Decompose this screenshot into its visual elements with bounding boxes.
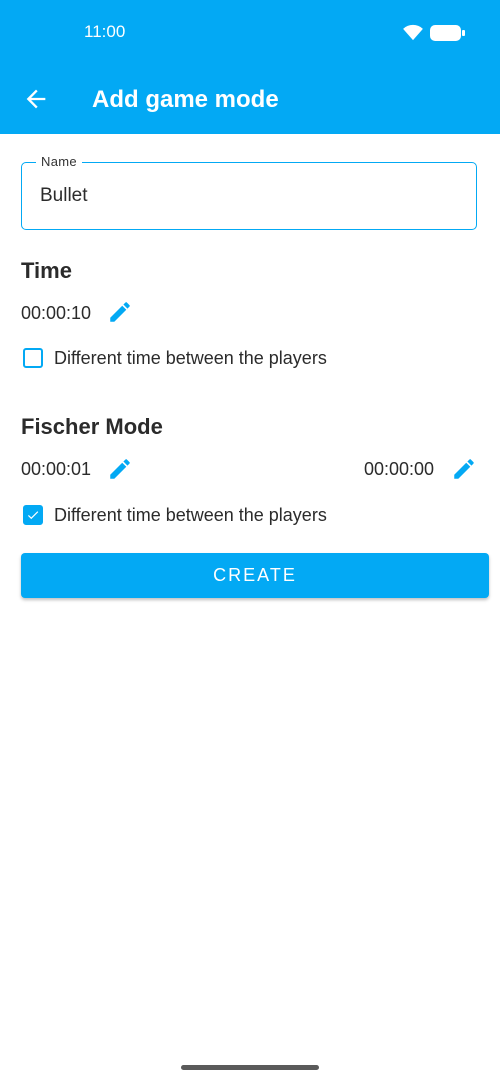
fischer-player2-value: 00:00:00 — [364, 459, 435, 479]
page-title: Add game mode — [92, 86, 279, 113]
create-button[interactable]: CREATE — [21, 553, 489, 598]
time-different-checkbox[interactable] — [23, 348, 43, 368]
name-input[interactable] — [40, 185, 440, 207]
fischer-player1-value: 00:00:01 — [21, 459, 92, 479]
time-section-title: Time — [21, 258, 72, 283]
fischer-section-title: Fischer Mode — [21, 414, 163, 439]
status-time: 11:00 — [84, 22, 126, 41]
home-indicator — [181, 1065, 319, 1070]
app-bar: 11:00 Add game mode — [0, 0, 500, 134]
time-different-label: Different time between the players — [54, 348, 327, 368]
pencil-icon[interactable] — [107, 299, 133, 325]
pencil-icon[interactable] — [107, 456, 133, 482]
arrow-left-icon[interactable] — [22, 85, 50, 113]
fischer-different-checkbox[interactable] — [23, 505, 43, 525]
battery-icon — [430, 25, 465, 41]
name-field[interactable]: Name — [21, 154, 477, 230]
wifi-icon — [403, 24, 423, 41]
name-field-label: Name — [36, 154, 82, 169]
check-icon — [27, 511, 39, 520]
time-value: 00:00:10 — [21, 303, 92, 323]
pencil-icon[interactable] — [451, 456, 477, 482]
fischer-different-label: Different time between the players — [54, 505, 327, 525]
